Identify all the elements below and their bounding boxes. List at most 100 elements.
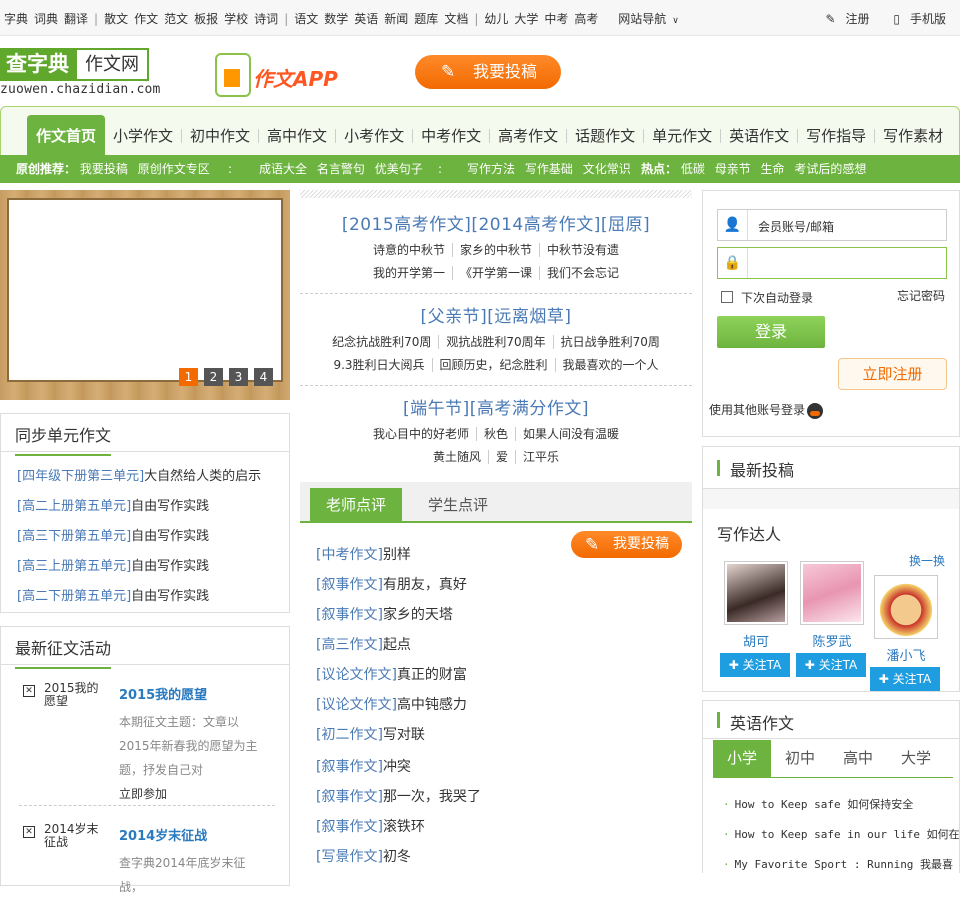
- tab-senior-english[interactable]: 高中: [829, 740, 887, 777]
- site-logo[interactable]: 查字典 作文网 zuowen.chazidian.com: [0, 48, 160, 98]
- top-link[interactable]: 语文: [294, 12, 318, 26]
- article-item[interactable]: [中考作文]别样: [316, 544, 411, 564]
- slider-page-1[interactable]: 1: [179, 368, 198, 386]
- top-link[interactable]: 词典: [34, 12, 58, 26]
- subnav-link[interactable]: 生命: [761, 162, 785, 176]
- article-item[interactable]: [叙事作文]家乡的天塔: [316, 604, 453, 624]
- top-link[interactable]: 英语: [354, 12, 378, 26]
- subnav-link[interactable]: 文化常识: [583, 162, 631, 176]
- top-link[interactable]: 幼儿: [484, 12, 508, 26]
- register-button[interactable]: 立即注册: [838, 358, 947, 390]
- submit-article-button-small[interactable]: ✎ 我要投稿: [571, 531, 682, 558]
- subnav-link[interactable]: 名言警句: [317, 162, 365, 176]
- tab-material[interactable]: 写作素材: [875, 129, 951, 144]
- list-item[interactable]: · How to Keep safe 如何保持安全: [723, 796, 913, 812]
- contest-title[interactable]: 2014岁末征战: [119, 825, 207, 844]
- list-item[interactable]: · How to Keep safe in our life 如何在: [723, 826, 960, 842]
- tab-gaokao[interactable]: 高考作文: [490, 129, 568, 144]
- top-link[interactable]: 诗词: [254, 12, 278, 26]
- top-link[interactable]: 大学: [514, 12, 538, 26]
- subnav-link[interactable]: 我要投稿: [80, 162, 128, 176]
- tab-primary[interactable]: 小学作文: [105, 129, 183, 144]
- top-link[interactable]: 学校: [224, 12, 248, 26]
- follow-button[interactable]: ✚ 关注TA: [796, 653, 866, 677]
- top-link[interactable]: 范文: [164, 12, 188, 26]
- topic-link[interactable]: 爱: [488, 450, 516, 464]
- avatar[interactable]: [724, 561, 788, 625]
- tab-home[interactable]: 作文首页: [27, 115, 106, 157]
- auto-login-checkbox[interactable]: [721, 291, 733, 303]
- list-item[interactable]: · My Favorite Sport : Running 我最喜: [723, 856, 953, 872]
- article-item[interactable]: [初二作文]写对联: [316, 724, 425, 744]
- top-link[interactable]: 翻译: [64, 12, 88, 26]
- slider-page-4[interactable]: 4: [254, 368, 273, 386]
- list-item[interactable]: [四年级下册第三单元]大自然给人类的启示: [17, 465, 261, 484]
- subnav-link[interactable]: 写作方法: [467, 162, 515, 176]
- topic-link[interactable]: 如果人间没有温暖: [516, 427, 626, 441]
- top-link[interactable]: 高考: [574, 12, 598, 26]
- switch-link[interactable]: 换一换: [909, 552, 945, 569]
- login-button[interactable]: 登录: [717, 316, 825, 348]
- tab-senior[interactable]: 高中作文: [259, 129, 337, 144]
- topic-link[interactable]: 家乡的中秋节: [452, 243, 540, 257]
- topic-link[interactable]: 我最喜欢的一个人: [556, 358, 666, 372]
- subnav-link[interactable]: 低碳: [681, 162, 705, 176]
- article-item[interactable]: [叙事作文]有朋友，真好: [316, 574, 467, 594]
- tab-xiaokao[interactable]: 小考作文: [336, 129, 414, 144]
- subnav-link[interactable]: 母亲节: [715, 162, 751, 176]
- top-link[interactable]: 字典: [4, 12, 28, 26]
- subnav-link[interactable]: 考试后的感想: [794, 162, 866, 176]
- topic-link[interactable]: 我们不会忘记: [540, 266, 626, 280]
- article-item[interactable]: [叙事作文]那一次，我哭了: [316, 786, 481, 806]
- subnav-link[interactable]: 写作基础: [525, 162, 573, 176]
- tab-primary-english[interactable]: 小学: [713, 740, 771, 777]
- tab-teacher-review[interactable]: 老师点评: [310, 488, 403, 523]
- tab-student-review[interactable]: 学生点评: [412, 488, 504, 523]
- topic-link[interactable]: 9.3胜利日大阅兵: [326, 358, 433, 372]
- topic-link[interactable]: 《开学第一课: [452, 266, 540, 280]
- top-link[interactable]: 板报: [194, 12, 218, 26]
- writer-name[interactable]: 陈罗武: [800, 631, 864, 650]
- subnav-link[interactable]: 原创作文专区: [138, 162, 210, 176]
- tab-junior-english[interactable]: 初中: [771, 740, 829, 777]
- writer-name[interactable]: 胡可: [724, 631, 788, 650]
- topic-link[interactable]: 回顾历史，纪念胜利: [432, 358, 556, 372]
- top-link[interactable]: 散文: [104, 12, 128, 26]
- topic-heading[interactable]: [2015高考作文][2014高考作文][屈原]: [300, 210, 692, 235]
- article-item[interactable]: [写景作文]初冬: [316, 846, 411, 866]
- top-link[interactable]: 中考: [544, 12, 568, 26]
- contest-title[interactable]: 2015我的愿望: [119, 684, 207, 703]
- article-item[interactable]: [叙事作文]冲突: [316, 756, 411, 776]
- register-link[interactable]: ✎ 注册: [815, 12, 869, 26]
- subnav-link[interactable]: 优美句子: [375, 162, 423, 176]
- password-field[interactable]: 🔒: [717, 247, 947, 279]
- topic-link[interactable]: 黄土随风: [425, 450, 489, 464]
- topic-link[interactable]: 江平乐: [516, 450, 566, 464]
- topic-link[interactable]: 纪念抗战胜利70周: [325, 335, 440, 349]
- tab-guide[interactable]: 写作指导: [798, 129, 876, 144]
- slider-page-2[interactable]: 2: [204, 368, 223, 386]
- follow-button[interactable]: ✚ 关注TA: [720, 653, 790, 677]
- other-login[interactable]: 使用其他账号登录: [709, 401, 824, 419]
- topic-heading[interactable]: [父亲节][远离烟草]: [300, 302, 692, 327]
- list-item[interactable]: [高二下册第五单元]自由写作实践: [17, 585, 209, 604]
- app-promo[interactable]: 作文APP: [215, 53, 355, 99]
- top-link[interactable]: 题库: [414, 12, 438, 26]
- topic-link[interactable]: 诗意的中秋节: [365, 243, 453, 257]
- tab-topic[interactable]: 话题作文: [567, 129, 645, 144]
- account-field[interactable]: 👤 会员账号/邮箱: [717, 209, 947, 241]
- site-nav-link[interactable]: 网站导航 ∨: [618, 12, 685, 26]
- topic-link[interactable]: 我的开学第一: [365, 266, 453, 280]
- follow-button[interactable]: ✚ 关注TA: [870, 667, 940, 691]
- tab-college-english[interactable]: 大学: [887, 740, 945, 777]
- avatar[interactable]: [874, 575, 938, 639]
- list-item[interactable]: [高二上册第五单元]自由写作实践: [17, 495, 209, 514]
- topic-link[interactable]: 抗日战争胜利70周: [554, 335, 667, 349]
- top-link[interactable]: 文档: [444, 12, 468, 26]
- topic-link[interactable]: 秋色: [476, 427, 516, 441]
- article-item[interactable]: [高三作文]起点: [316, 634, 411, 654]
- tab-junior[interactable]: 初中作文: [182, 129, 260, 144]
- topic-link[interactable]: 观抗战胜利70周年: [439, 335, 554, 349]
- top-link[interactable]: 新闻: [384, 12, 408, 26]
- topic-link[interactable]: 中秋节没有遗: [540, 243, 626, 257]
